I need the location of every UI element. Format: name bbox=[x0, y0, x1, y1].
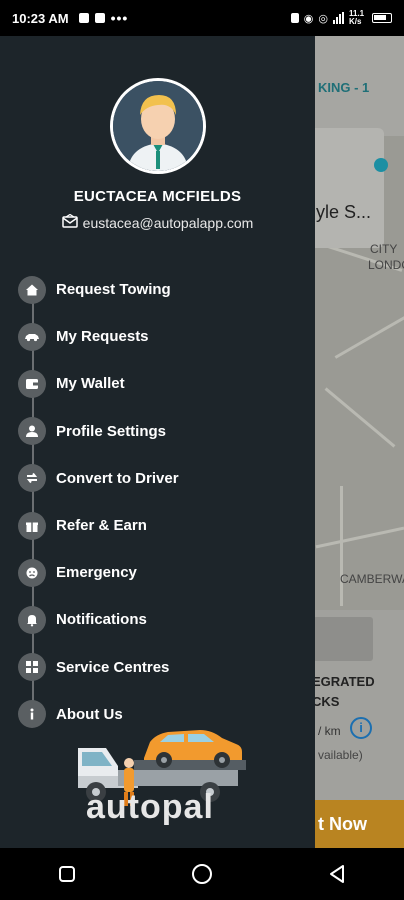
status-notification-icons: ••• bbox=[78, 10, 129, 26]
menu-item-profile-settings[interactable]: Profile Settings bbox=[18, 408, 308, 455]
menu-label: Request Towing bbox=[56, 281, 171, 299]
hotspot-icon: ◎ bbox=[318, 12, 328, 25]
status-bar: 10:23 AM ••• ◉ ◎ 11.1 K/s bbox=[0, 0, 404, 36]
status-system-icons: ◉ ◎ 11.1 K/s bbox=[290, 9, 392, 26]
signal-icon bbox=[333, 12, 344, 24]
menu-item-request-towing[interactable]: Request Towing bbox=[18, 266, 308, 313]
back-button[interactable] bbox=[313, 854, 361, 894]
service-title-line1: EGRATED bbox=[312, 674, 375, 689]
drawer-menu: Request Towing My Requests My Wallet Pro… bbox=[18, 266, 308, 738]
user-name: EUCTACEA MCFIELDS bbox=[73, 188, 242, 205]
menu-item-service-centres[interactable]: Service Centres bbox=[18, 644, 308, 691]
service-title-line2: CKS bbox=[312, 694, 340, 709]
grid-icon bbox=[18, 653, 46, 682]
map-label-city: CITY bbox=[370, 242, 398, 256]
map-label-camberwell: CAMBERWA bbox=[340, 572, 404, 586]
app-notification-icon bbox=[78, 13, 89, 23]
location-icon: ◉ bbox=[303, 12, 314, 25]
bell-icon bbox=[18, 605, 46, 634]
menu-label: Profile Settings bbox=[56, 422, 167, 440]
menu-item-my-requests[interactable]: My Requests bbox=[18, 313, 308, 360]
status-time: 10:23 AM bbox=[12, 10, 69, 26]
wallet-icon bbox=[18, 369, 46, 398]
back-icon bbox=[329, 865, 344, 883]
menu-item-refer-earn[interactable]: Refer & Earn bbox=[18, 502, 308, 549]
avatar-image bbox=[113, 81, 203, 171]
menu-item-my-wallet[interactable]: My Wallet bbox=[18, 360, 308, 407]
swap-icon bbox=[18, 464, 46, 493]
info-icon bbox=[18, 700, 46, 729]
vibrate-icon bbox=[290, 13, 299, 23]
availability-text: vailable) bbox=[318, 748, 363, 762]
email-icon bbox=[61, 213, 78, 231]
system-navigation-bar bbox=[0, 848, 404, 900]
user-settings-icon bbox=[18, 417, 46, 446]
booking-label: KING - 1 bbox=[318, 80, 370, 95]
info-icon[interactable]: i bbox=[350, 717, 372, 739]
menu-item-convert-to-driver[interactable]: Convert to Driver bbox=[18, 455, 308, 502]
recents-icon bbox=[59, 866, 76, 882]
location-pin-icon bbox=[374, 158, 388, 172]
menu-label: Refer & Earn bbox=[56, 517, 147, 535]
menu-label: My Wallet bbox=[56, 375, 125, 393]
menu-label: Emergency bbox=[56, 564, 137, 582]
home-circle-icon bbox=[191, 864, 212, 884]
menu-label: Notifications bbox=[56, 611, 147, 629]
menu-item-notifications[interactable]: Notifications bbox=[18, 596, 308, 643]
menu-label: Service Centres bbox=[56, 658, 170, 676]
navigation-drawer: EUCTACEA MCFIELDS eustacea@autopalapp.co… bbox=[0, 36, 315, 848]
map-label-london: LONDO bbox=[368, 258, 404, 272]
network-speed: 11.1 K/s bbox=[349, 9, 365, 26]
menu-item-emergency[interactable]: Emergency bbox=[18, 549, 308, 596]
lock-notification-icon bbox=[94, 13, 105, 23]
recents-button[interactable] bbox=[43, 854, 91, 894]
user-email-row: eustacea@autopalapp.com bbox=[0, 213, 315, 231]
menu-label: Convert to Driver bbox=[56, 469, 179, 487]
home-icon bbox=[18, 275, 46, 304]
car-icon bbox=[18, 322, 46, 351]
home-button[interactable] bbox=[178, 854, 226, 894]
book-now-button[interactable]: t Now bbox=[300, 800, 404, 848]
truck-thumbnail[interactable] bbox=[313, 617, 373, 661]
battery-icon bbox=[372, 13, 392, 23]
autopal-logo-text: autopal bbox=[86, 788, 214, 826]
avatar[interactable] bbox=[110, 78, 206, 174]
menu-label: My Requests bbox=[56, 328, 149, 346]
emergency-icon bbox=[18, 558, 46, 587]
location-text: yle S... bbox=[316, 202, 372, 222]
more-notifications-icon: ••• bbox=[110, 10, 129, 26]
price-text: / km bbox=[318, 724, 341, 738]
gift-icon bbox=[18, 511, 46, 540]
user-email: eustacea@autopalapp.com bbox=[82, 214, 254, 231]
